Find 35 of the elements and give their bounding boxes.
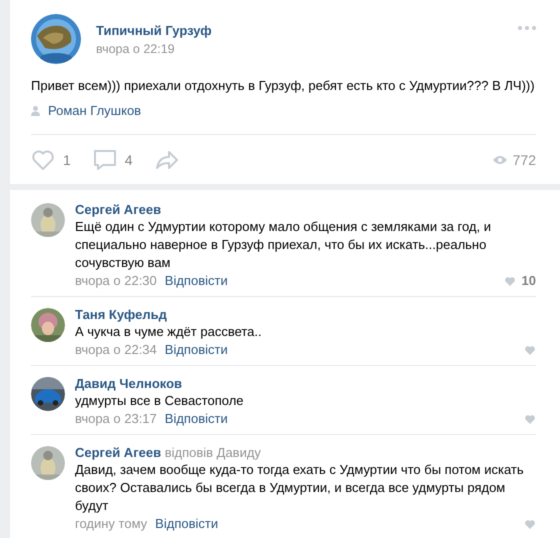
comment-text: удмурты все в Севастополе [75,392,245,410]
comment-count: 4 [124,152,133,168]
comment-text: Ещё один с Удмуртии которому мало общения с земляками за год, и специально наверное в Гурзуф приехал, что бы их искать...реально сочувствую вам [75,218,492,272]
share-icon[interactable] [154,149,179,171]
reply-link[interactable]: Відповісти [164,411,228,426]
like-icon[interactable] [524,413,536,424]
person-icon [31,106,40,116]
comment-icon[interactable] [92,149,117,171]
reply-target: відповів Давиду [164,445,261,460]
like-icon[interactable] [524,344,536,355]
like-icon[interactable] [31,149,55,171]
community-name[interactable]: Типичный Гурзуф [96,22,212,38]
commenter-name[interactable]: Сергей Агеев [75,445,162,460]
comment-text: Давид, зачем вообще куда-то тогда ехать с Удмуртии что бы потом искать своих? Оставались бы всегда в Удмуртии, и всегда все удмурты рядом будут [75,461,525,515]
comment-time: годину тому [75,516,148,531]
signer-name[interactable]: Роман Глушков [48,103,142,118]
post-time: вчора о 22:19 [96,42,176,56]
comment-time: вчора о 23:17 [75,411,157,426]
like-icon[interactable] [504,275,516,286]
comment-text: А чукча в чуме ждёт рассвета.. [75,323,263,341]
like-count: 1 [63,152,71,168]
reply-link[interactable]: Відповісти [155,516,218,531]
commenter-name[interactable]: Таня Куфельд [75,307,167,322]
reply-link[interactable]: Відповісти [164,342,228,357]
eye-icon [492,155,507,165]
commenter-name[interactable]: Сергей Агеев [75,202,162,217]
like-count: 10 [522,273,536,288]
commenter-name[interactable]: Давид Челноков [75,376,182,391]
comment-time: вчора о 22:34 [75,342,157,357]
post-text: Привет всем))) приехали отдохнуть в Гурзуф, ребят есть кто с Удмуртии??? В ЛЧ))) [31,77,536,95]
comment-time: вчора о 22:30 [75,273,157,288]
reply-link[interactable]: Відповісти [164,273,228,288]
like-icon[interactable] [524,518,536,529]
view-count: 772 [512,152,536,168]
more-icon[interactable] [518,26,536,30]
